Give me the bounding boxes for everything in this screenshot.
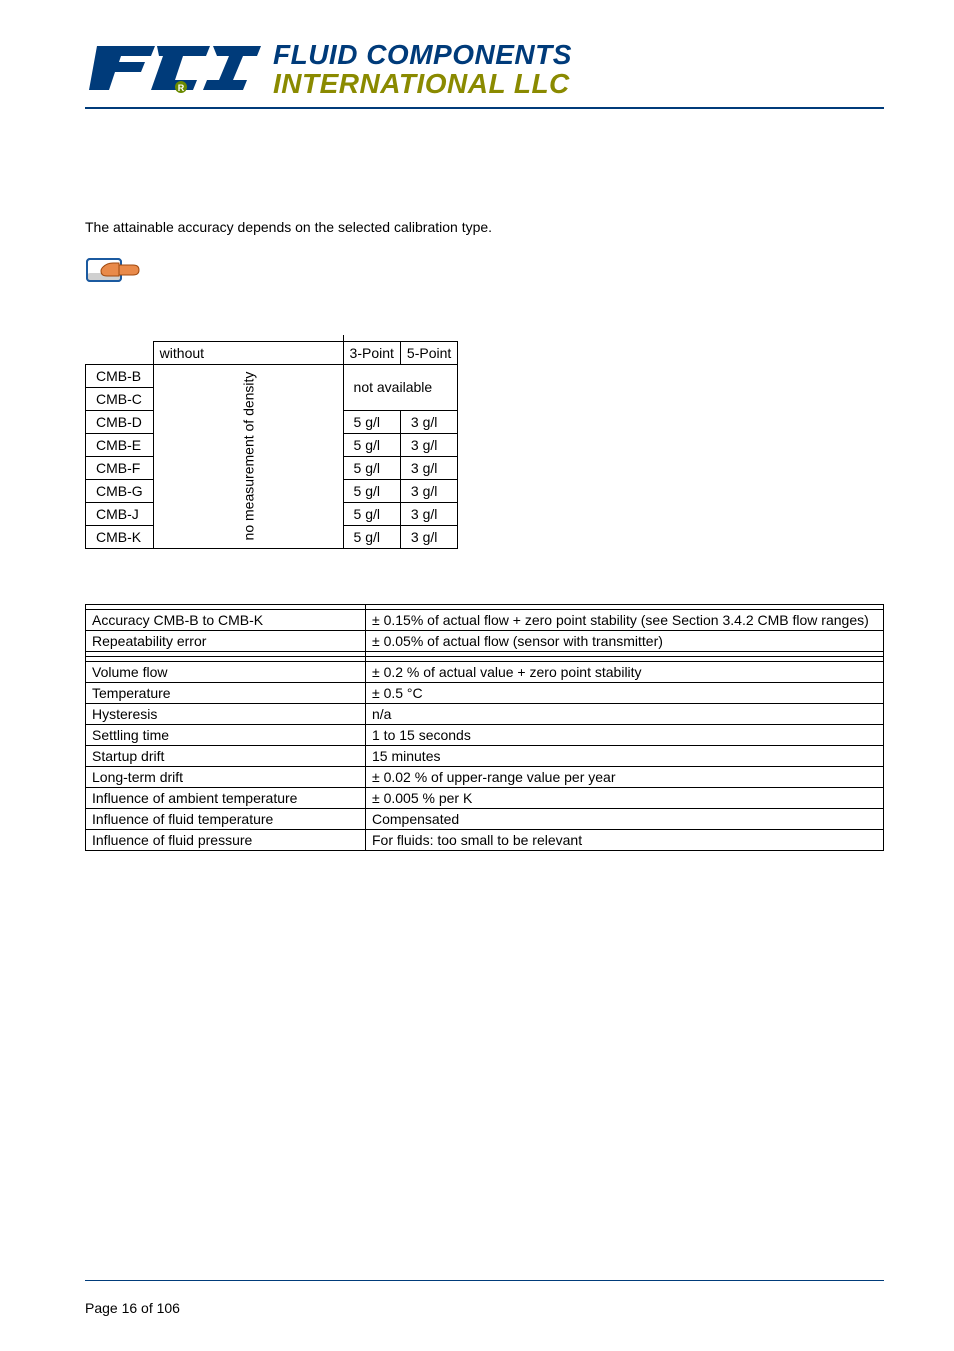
value-5p: 3 g/l bbox=[400, 456, 457, 479]
intro-text: The attainable accuracy depends on the s… bbox=[85, 219, 884, 235]
spec-label: Influence of ambient temperature bbox=[86, 787, 366, 808]
model-cell: CMB-F bbox=[86, 456, 154, 479]
spec-value: ± 0.02 % of upper-range value per year bbox=[366, 766, 884, 787]
model-cell: CMB-J bbox=[86, 502, 154, 525]
value-3p: 5 g/l bbox=[343, 433, 400, 456]
calibration-density-table: without 3-Point 5-Point CMB-B no measure… bbox=[85, 335, 884, 549]
col-3point: 3-Point bbox=[343, 341, 400, 364]
spec-label: Accuracy CMB-B to CMB-K bbox=[86, 609, 366, 630]
value-5p: 3 g/l bbox=[400, 433, 457, 456]
spec-label: Hysteresis bbox=[86, 703, 366, 724]
value-3p: 5 g/l bbox=[343, 525, 400, 548]
spec-table: Accuracy CMB-B to CMB-K± 0.15% of actual… bbox=[85, 604, 884, 851]
spec-label: Influence of fluid pressure bbox=[86, 829, 366, 850]
model-cell: CMB-G bbox=[86, 479, 154, 502]
col-without: without bbox=[153, 341, 343, 364]
model-cell: CMB-K bbox=[86, 525, 154, 548]
spec-value: n/a bbox=[366, 703, 884, 724]
page-root: R FLUID COMPONENTS INTERNATIONAL LLC The… bbox=[0, 0, 954, 1351]
spec-label: Repeatability error bbox=[86, 630, 366, 651]
spec-value: ± 0.005 % per K bbox=[366, 787, 884, 808]
fci-logo-mark: R bbox=[85, 40, 265, 98]
no-density-text: no measurement of density bbox=[240, 372, 256, 541]
model-cell: CMB-B bbox=[86, 364, 154, 387]
value-5p: 3 g/l bbox=[400, 479, 457, 502]
footer-rule bbox=[85, 1280, 884, 1281]
value-5p: 3 g/l bbox=[400, 410, 457, 433]
spec-label: Settling time bbox=[86, 724, 366, 745]
value-3p: 5 g/l bbox=[343, 479, 400, 502]
spec-value: 1 to 15 seconds bbox=[366, 724, 884, 745]
spec-value: 15 minutes bbox=[366, 745, 884, 766]
logo-line2: INTERNATIONAL LLC bbox=[273, 69, 572, 98]
value-3p: 5 g/l bbox=[343, 410, 400, 433]
page-number: Page 16 of 106 bbox=[85, 1300, 180, 1316]
spec-label: Volume flow bbox=[86, 661, 366, 682]
model-cell: CMB-D bbox=[86, 410, 154, 433]
spec-label: Long-term drift bbox=[86, 766, 366, 787]
spec-value: Compensated bbox=[366, 808, 884, 829]
model-cell: CMB-E bbox=[86, 433, 154, 456]
spec-value: ± 0.15% of actual flow + zero point stab… bbox=[366, 609, 884, 630]
spec-label: Temperature bbox=[86, 682, 366, 703]
not-available-cell: not available bbox=[343, 364, 458, 410]
svg-text:R: R bbox=[178, 83, 185, 93]
spec-value: ± 0.5 °C bbox=[366, 682, 884, 703]
spec-label: Influence of fluid temperature bbox=[86, 808, 366, 829]
no-density-label: no measurement of density bbox=[153, 364, 343, 548]
logo-line1: FLUID COMPONENTS bbox=[273, 40, 572, 69]
logo-text: FLUID COMPONENTS INTERNATIONAL LLC bbox=[273, 40, 572, 99]
attention-hand-icon bbox=[85, 253, 884, 290]
spec-value: ± 0.2 % of actual value + zero point sta… bbox=[366, 661, 884, 682]
value-5p: 3 g/l bbox=[400, 502, 457, 525]
value-5p: 3 g/l bbox=[400, 525, 457, 548]
spec-value: ± 0.05% of actual flow (sensor with tran… bbox=[366, 630, 884, 651]
model-cell: CMB-C bbox=[86, 387, 154, 410]
header: R FLUID COMPONENTS INTERNATIONAL LLC bbox=[85, 40, 884, 99]
col-5point: 5-Point bbox=[400, 341, 457, 364]
spec-label: Startup drift bbox=[86, 745, 366, 766]
spec-value: For fluids: too small to be relevant bbox=[366, 829, 884, 850]
header-rule bbox=[85, 107, 884, 109]
empty-cell bbox=[86, 341, 154, 364]
value-3p: 5 g/l bbox=[343, 502, 400, 525]
value-3p: 5 g/l bbox=[343, 456, 400, 479]
